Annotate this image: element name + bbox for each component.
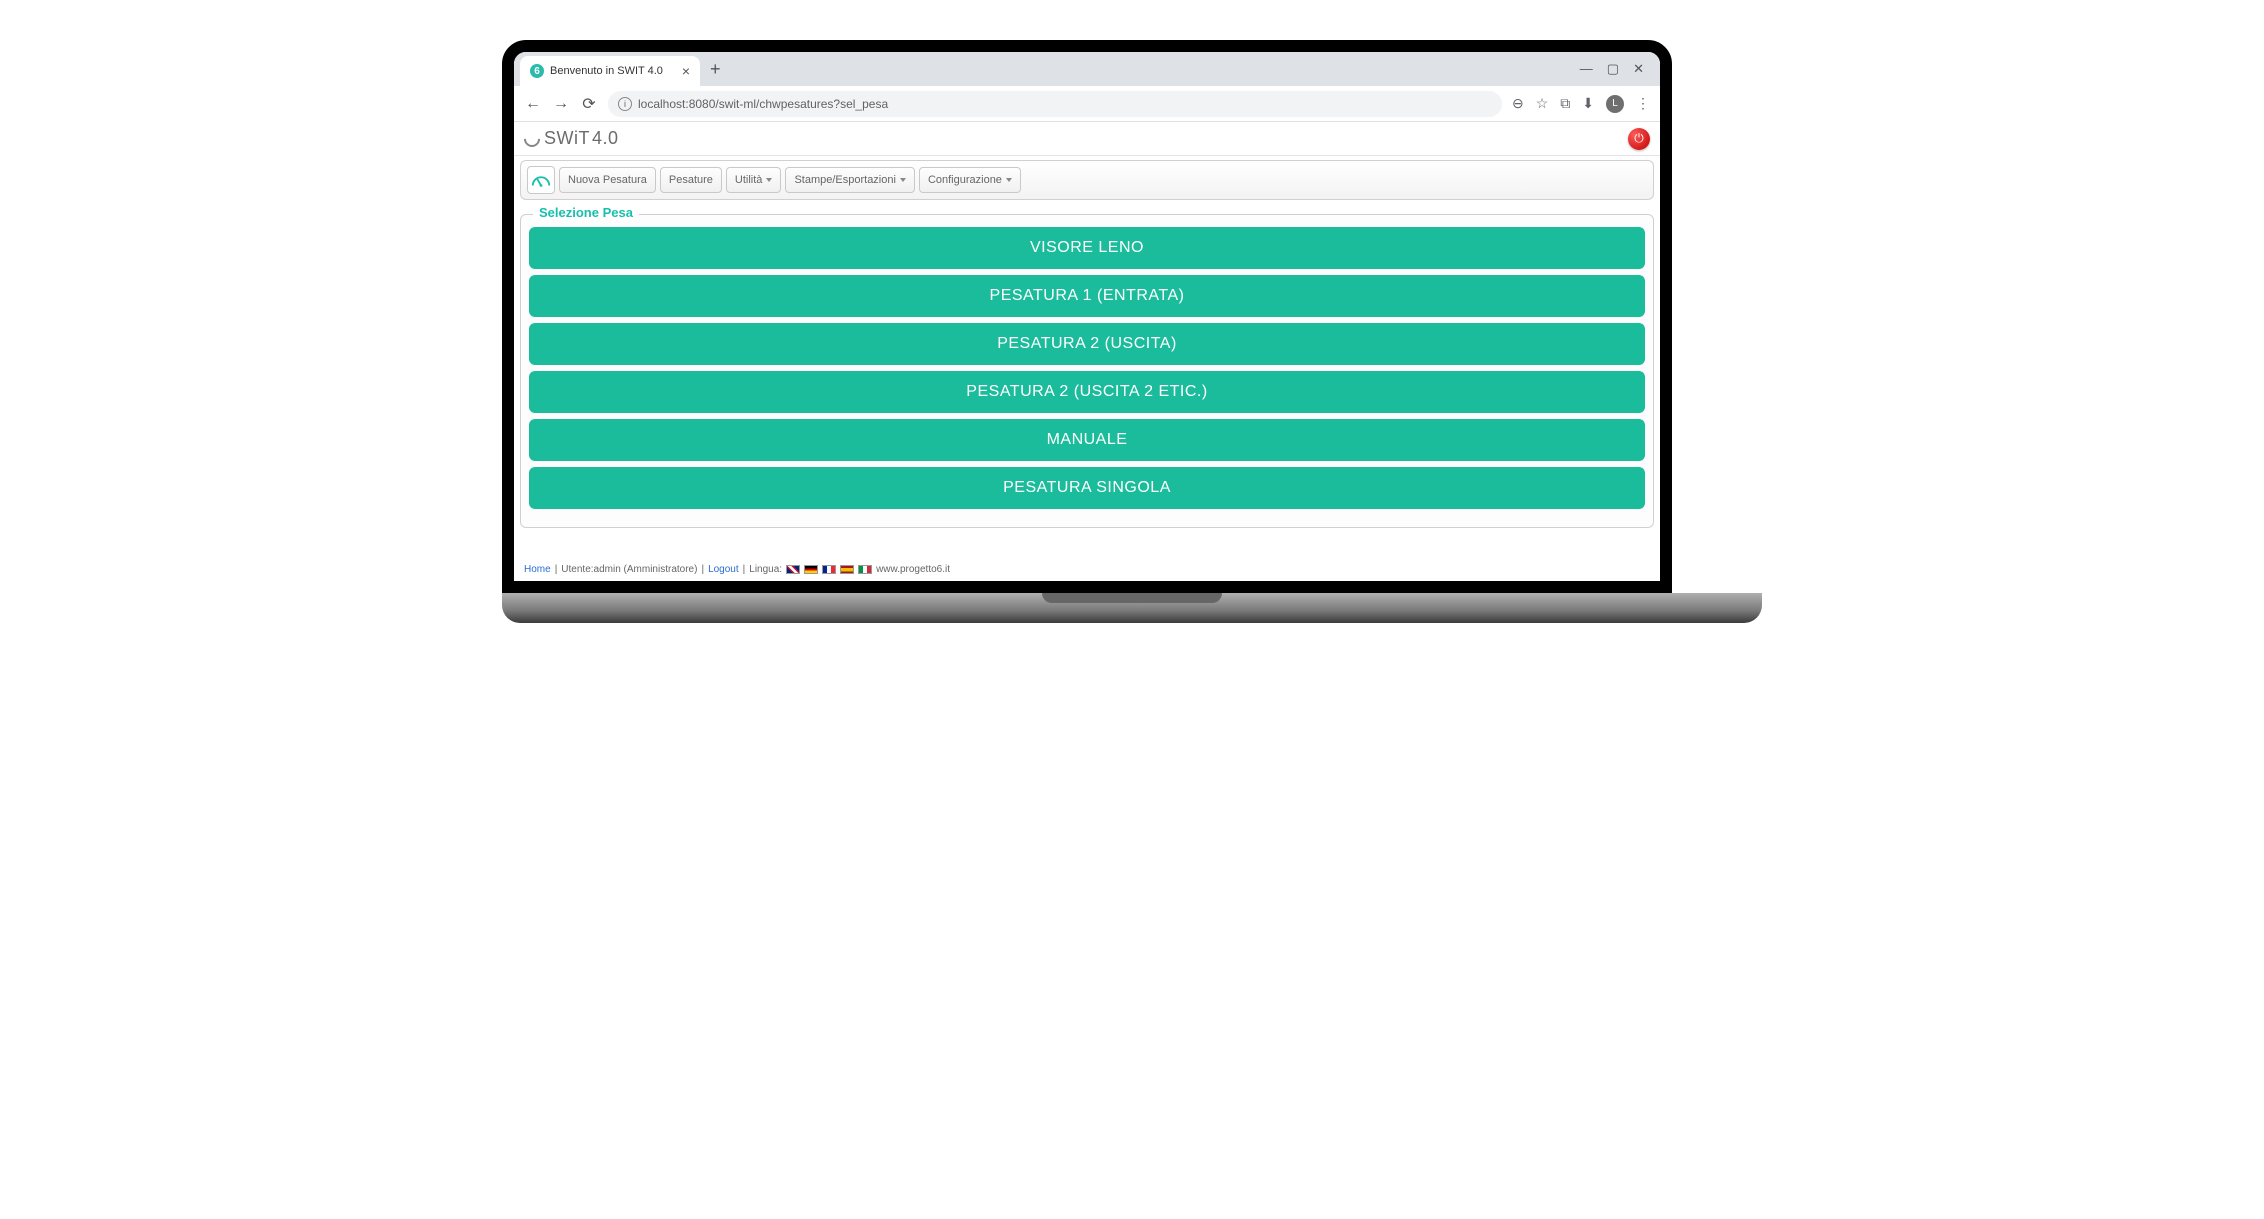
logo-text: SWiT xyxy=(544,128,590,149)
tab-bar: 6 Benvenuto in SWIT 4.0 × + — ▢ ✕ xyxy=(514,52,1660,86)
btn-pesatura-2-uscita-2-etic[interactable]: PESATURA 2 (USCITA 2 ETIC.) xyxy=(529,371,1645,413)
menu-icon[interactable]: ⋮ xyxy=(1636,95,1650,112)
nav-nuova-pesatura[interactable]: Nuova Pesatura xyxy=(559,167,656,193)
flag-fr-icon[interactable] xyxy=(822,565,836,574)
footer-home-link[interactable]: Home xyxy=(524,564,551,575)
footer-sep: | xyxy=(743,564,746,575)
logo-arc-icon xyxy=(521,127,544,150)
footer-sep: | xyxy=(701,564,704,575)
btn-pesatura-singola[interactable]: PESATURA SINGOLA xyxy=(529,467,1645,509)
selezione-pesa-panel: Selezione Pesa VISORE LENO PESATURA 1 (E… xyxy=(520,214,1654,528)
reload-button[interactable]: ⟳ xyxy=(580,94,598,114)
flag-it-icon[interactable] xyxy=(858,565,872,574)
download-icon[interactable]: ⬇ xyxy=(1582,95,1594,112)
laptop-notch xyxy=(1042,593,1222,603)
site-info-icon[interactable]: i xyxy=(618,97,632,111)
btn-visore-leno[interactable]: VISORE LENO xyxy=(529,227,1645,269)
window-controls: — ▢ ✕ xyxy=(1580,61,1654,77)
panel-title: Selezione Pesa xyxy=(533,205,639,220)
footer: Home | Utente:admin (Amministratore) | L… xyxy=(514,558,1660,581)
gauge-icon[interactable] xyxy=(527,166,555,194)
footer-lang-label: Lingua: xyxy=(749,564,782,575)
app-logo: SWiT 4.0 xyxy=(524,128,619,149)
url-input[interactable]: i localhost:8080/swit-ml/chwpesatures?se… xyxy=(608,91,1502,117)
nav-utilita[interactable]: Utilità xyxy=(726,167,782,193)
forward-button[interactable]: → xyxy=(552,95,570,113)
browser-tab[interactable]: 6 Benvenuto in SWIT 4.0 × xyxy=(520,56,700,86)
footer-sep: | xyxy=(555,564,558,575)
chevron-down-icon xyxy=(766,178,772,182)
logo-version: 4.0 xyxy=(592,128,619,149)
footer-user: Utente:admin (Amministratore) xyxy=(561,564,697,575)
minimize-button[interactable]: — xyxy=(1580,61,1593,77)
app-viewport: SWiT 4.0 ⏻ Nuova Pesatura Pesature Utili… xyxy=(514,122,1660,581)
content-area: Selezione Pesa VISORE LENO PESATURA 1 (E… xyxy=(514,204,1660,558)
address-bar: ← → ⟳ i localhost:8080/swit-ml/chwpesatu… xyxy=(514,86,1660,122)
main-nav: Nuova Pesatura Pesature Utilità Stampe/E… xyxy=(520,160,1654,200)
chevron-down-icon xyxy=(1006,178,1012,182)
btn-pesatura-2-uscita[interactable]: PESATURA 2 (USCITA) xyxy=(529,323,1645,365)
footer-logout-link[interactable]: Logout xyxy=(708,564,739,575)
nav-pesature[interactable]: Pesature xyxy=(660,167,722,193)
laptop-base xyxy=(502,593,1762,623)
nav-stampe-esportazioni[interactable]: Stampe/Esportazioni xyxy=(785,167,915,193)
btn-manuale[interactable]: MANUALE xyxy=(529,419,1645,461)
power-button[interactable]: ⏻ xyxy=(1628,128,1650,150)
extensions-icon[interactable]: ⧉ xyxy=(1560,95,1570,112)
zoom-icon[interactable]: ⊖ xyxy=(1512,95,1524,112)
favicon-icon: 6 xyxy=(530,64,544,78)
maximize-button[interactable]: ▢ xyxy=(1607,61,1619,77)
flag-es-icon[interactable] xyxy=(840,565,854,574)
btn-pesatura-1-entrata[interactable]: PESATURA 1 (ENTRATA) xyxy=(529,275,1645,317)
bookmark-star-icon[interactable]: ☆ xyxy=(1536,95,1549,112)
laptop-mockup: 6 Benvenuto in SWIT 4.0 × + — ▢ ✕ ← → ⟳ … xyxy=(502,40,1672,593)
chevron-down-icon xyxy=(900,178,906,182)
profile-avatar[interactable]: L xyxy=(1606,95,1624,113)
app-header: SWiT 4.0 ⏻ xyxy=(514,122,1660,156)
tab-title: Benvenuto in SWIT 4.0 xyxy=(550,65,663,77)
close-tab-icon[interactable]: × xyxy=(682,63,690,79)
footer-site: www.progetto6.it xyxy=(876,564,950,575)
new-tab-button[interactable]: + xyxy=(700,59,731,80)
browser-window: 6 Benvenuto in SWIT 4.0 × + — ▢ ✕ ← → ⟳ … xyxy=(514,52,1660,122)
flag-uk-icon[interactable] xyxy=(786,565,800,574)
flag-de-icon[interactable] xyxy=(804,565,818,574)
close-window-button[interactable]: ✕ xyxy=(1633,61,1644,77)
nav-configurazione[interactable]: Configurazione xyxy=(919,167,1021,193)
url-text: localhost:8080/swit-ml/chwpesatures?sel_… xyxy=(638,97,888,111)
back-button[interactable]: ← xyxy=(524,95,542,113)
